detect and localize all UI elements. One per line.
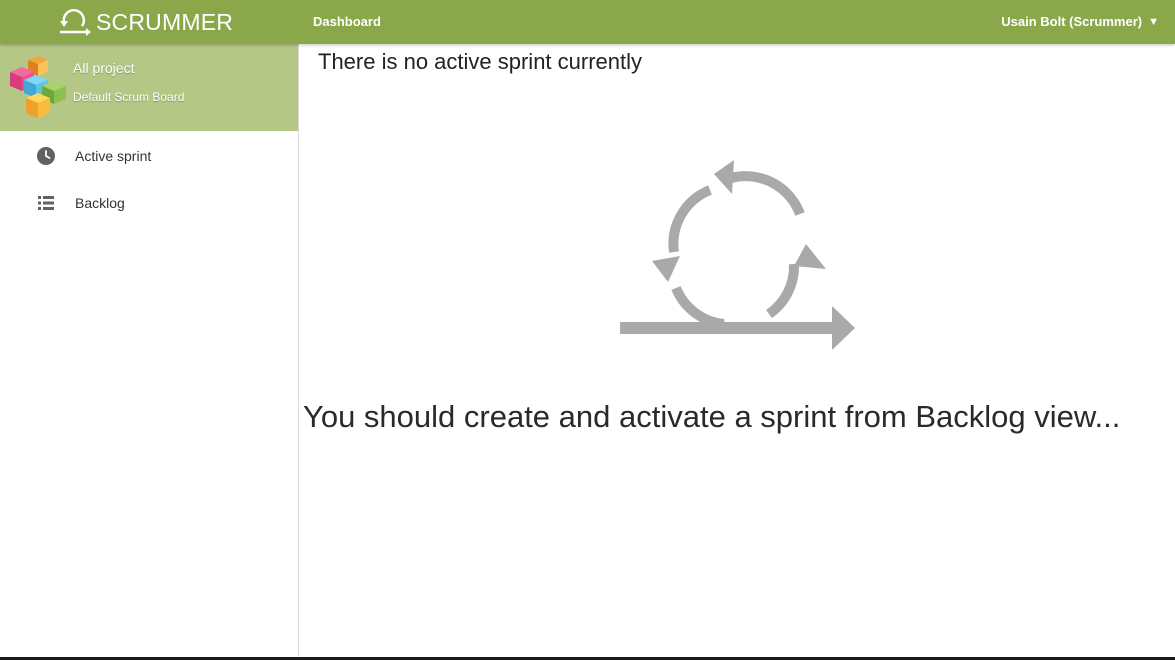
sidebar-item-label: Active sprint	[75, 148, 152, 164]
sidebar-item-backlog[interactable]: Backlog	[0, 181, 298, 225]
no-sprint-message: There is no active sprint currently	[318, 49, 643, 74]
project-header[interactable]: All project Default Scrum Board	[0, 44, 298, 131]
user-name: Usain Bolt (Scrummer)	[1001, 14, 1143, 29]
nav-dashboard-link[interactable]: Dashboard	[313, 0, 381, 44]
project-cubes-logo	[10, 56, 66, 118]
sidebar-item-label: Backlog	[75, 195, 125, 211]
clock-icon	[37, 147, 55, 165]
create-sprint-hint: You should create and activate a sprint …	[303, 399, 1121, 434]
brand-logo[interactable]: SCRUMMER	[56, 0, 233, 44]
list-icon	[38, 196, 54, 210]
main-content: There is no active sprint currently You …	[299, 44, 1175, 658]
caret-down-icon: ▼	[1148, 16, 1159, 28]
sidebar-item-active-sprint[interactable]: Active sprint	[0, 134, 298, 178]
user-menu[interactable]: Usain Bolt (Scrummer) ▼	[1001, 0, 1159, 44]
scrum-cycle-icon	[60, 9, 91, 36]
board-name[interactable]: Default Scrum Board	[73, 90, 184, 104]
project-name[interactable]: All project	[73, 60, 134, 76]
top-app-bar: SCRUMMER Dashboard Usain Bolt (Scrummer)…	[0, 0, 1175, 44]
sprint-cycle-icon	[620, 160, 855, 350]
brand-name: SCRUMMER	[96, 8, 234, 35]
sidebar: All project Default Scrum Board Active s…	[0, 44, 299, 658]
